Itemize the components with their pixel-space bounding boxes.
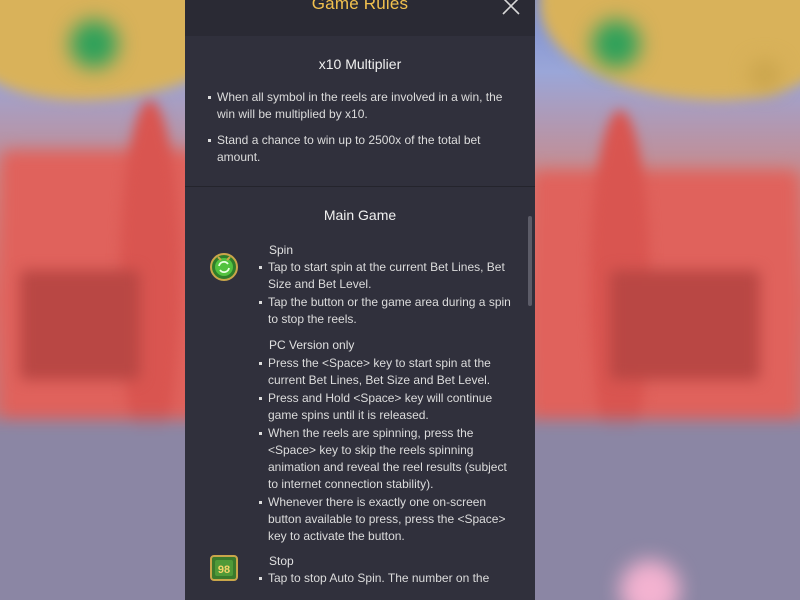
close-button[interactable] — [501, 0, 521, 16]
spin-list: Tap to start spin at the current Bet Lin… — [259, 259, 517, 328]
stop-button-icon: 98 — [209, 553, 239, 583]
spin-rule: Spin Tap to start spin at the current Be… — [185, 242, 535, 545]
multiplier-section: x10 Multiplier When all symbol in the re… — [185, 36, 535, 187]
panel-title: Game Rules — [311, 0, 409, 13]
background-pattern-left — [20, 270, 140, 380]
spin-button-icon — [209, 252, 239, 282]
multiplier-list: When all symbol in the reels are involve… — [208, 89, 517, 166]
background-ornament-left — [70, 20, 118, 68]
list-item: When the reels are spinning, press the <… — [259, 425, 517, 493]
list-item: Tap to stop Auto Spin. The number on the — [259, 570, 517, 587]
list-item: Whenever there is exactly one on-screen … — [259, 494, 517, 545]
background-pattern-right — [610, 270, 760, 380]
stop-list: Tap to stop Auto Spin. The number on the — [259, 570, 517, 587]
spin-title: Spin — [269, 243, 294, 257]
background-ornament-right — [592, 20, 640, 68]
pc-version-title: PC Version only — [269, 338, 355, 352]
list-item: Tap the button or the game area during a… — [259, 294, 517, 328]
scrollbar[interactable] — [528, 216, 532, 306]
list-item: When all symbol in the reels are involve… — [208, 89, 517, 123]
list-item: Stand a chance to win up to 2500x of the… — [208, 132, 517, 166]
rules-scroll-area[interactable]: x10 Multiplier When all symbol in the re… — [185, 36, 535, 600]
main-game-section: Main Game Spin Tap to start spin at the … — [185, 187, 535, 587]
panel-header: Game Rules — [185, 0, 535, 36]
stop-count-text: 98 — [218, 564, 230, 576]
list-item: Tap to start spin at the current Bet Lin… — [259, 259, 517, 293]
close-icon — [502, 0, 520, 15]
stop-rule: 98 Stop Tap to stop Auto Spin. The numbe… — [185, 553, 535, 587]
game-rules-panel: Game Rules x10 Multiplier When all symbo… — [185, 0, 535, 600]
main-game-title: Main Game — [323, 207, 397, 223]
list-item: Press the <Space> key to start spin at t… — [259, 355, 517, 389]
stop-title: Stop — [269, 554, 294, 568]
background-ornament-small — [750, 60, 780, 90]
pc-version-list: Press the <Space> key to start spin at t… — [259, 355, 517, 545]
multiplier-title: x10 Multiplier — [318, 56, 402, 72]
list-item: Press and Hold <Space> key will continue… — [259, 390, 517, 424]
